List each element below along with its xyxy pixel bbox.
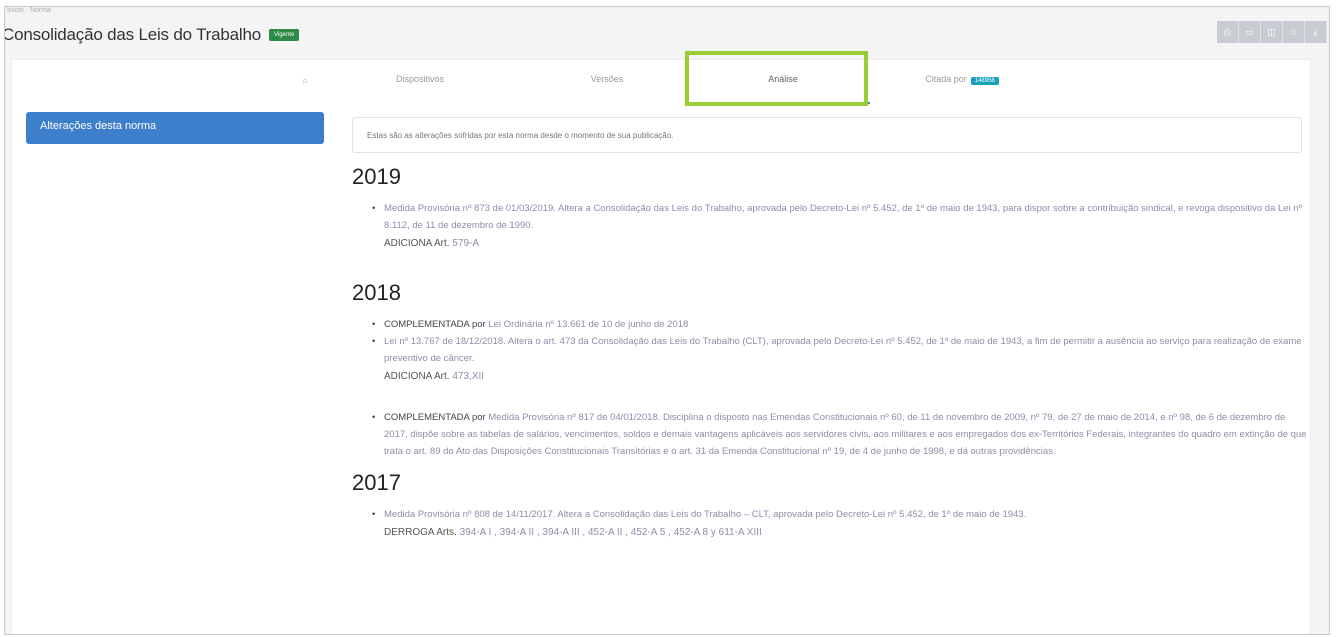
page-title: Consolidação das Leis do Trabalho <box>4 25 261 44</box>
bookmark-icon: ▭ <box>1245 26 1254 37</box>
entry-action: ADICIONA Art. 579-A <box>352 234 1308 254</box>
download-icon: ⤓ <box>1313 26 1318 37</box>
article-link[interactable]: 394-A I , 394-A II , 394-A III , 452-A I… <box>460 527 762 538</box>
entry-action: ADICIONA Art. 473,XII <box>352 367 1308 387</box>
action-label: ADICIONA Art. <box>384 238 450 249</box>
year-entries: Medida Provisória nº 873 de 01/03/2019. … <box>352 200 1308 234</box>
tab-citada-por-label: Citada por <box>925 74 967 84</box>
entry-label: COMPLEMENTADA por <box>384 412 486 423</box>
action-label: ADICIONA Art. <box>384 371 450 382</box>
entry-link[interactable]: Medida Provisória nº 817 de 04/01/2018. … <box>384 412 1307 457</box>
status-badge: Vigente <box>268 29 300 41</box>
year-entries: Medida Provisória nº 808 de 14/11/2017. … <box>352 506 1308 523</box>
print-icon: ⎙ <box>1223 26 1232 37</box>
tab-versoes[interactable]: Versões <box>572 74 642 104</box>
title-row: Consolidação das Leis do Trabalho Vigent… <box>4 21 300 49</box>
year-entries: COMPLEMENTADA por Lei Ordinária nº 13.66… <box>352 316 1308 367</box>
print-button[interactable]: ⎙ <box>1217 21 1239 43</box>
bookmark-button[interactable]: ▭ <box>1239 21 1261 43</box>
list-item[interactable]: Medida Provisória nº 873 de 01/03/2019. … <box>352 200 1308 234</box>
share-icon: ◫ <box>1267 26 1276 37</box>
highlight-annotation <box>685 51 868 106</box>
sidebar-item-alteracoes[interactable]: Alterações desta norma <box>26 112 324 144</box>
alterations-list: 2019 Medida Provisória nº 873 de 01/03/2… <box>352 164 1308 543</box>
entry-action: DERROGA Arts. 394-A I , 394-A II , 394-A… <box>352 523 1308 543</box>
entry-link[interactable]: Lei nº 13.767 de 18/12/2018. Altera o ar… <box>384 336 1302 364</box>
list-item[interactable]: Lei nº 13.767 de 18/12/2018. Altera o ar… <box>352 333 1308 367</box>
search-icon[interactable]: ⌕ <box>302 75 308 88</box>
list-item[interactable]: Medida Provisória nº 808 de 14/11/2017. … <box>352 506 1308 523</box>
main-panel: ⌕ Alterações desta norma Dispositivos Ve… <box>11 59 1311 634</box>
info-box: Estas são as alterações sofridas por est… <box>352 117 1302 153</box>
year-heading: 2017 <box>352 470 401 495</box>
entry-link[interactable]: Medida Provisória nº 808 de 14/11/2017. … <box>384 509 1026 520</box>
star-button[interactable]: ☆ <box>1283 21 1305 43</box>
action-label: DERROGA Arts. <box>384 527 457 538</box>
tab-dispositivos[interactable]: Dispositivos <box>380 74 460 104</box>
year-entries: COMPLEMENTADA por Medida Provisória nº 8… <box>352 409 1308 460</box>
year-heading: 2019 <box>352 164 401 189</box>
toolbar: ⎙ ▭ ◫ ☆ ⤓ <box>1217 21 1327 43</box>
entry-link[interactable]: Lei Ordinária nº 13.661 de 10 de junho d… <box>488 319 688 330</box>
tab-citada-por[interactable]: Citada por 148958 <box>902 74 1022 104</box>
share-button[interactable]: ◫ <box>1261 21 1283 43</box>
entry-label: COMPLEMENTADA por <box>384 319 486 330</box>
list-item[interactable]: COMPLEMENTADA por Medida Provisória nº 8… <box>352 409 1308 460</box>
browser-frame: Início · Norma Consolidação das Leis do … <box>4 6 1330 635</box>
year-heading: 2018 <box>352 280 401 305</box>
list-item[interactable]: COMPLEMENTADA por Lei Ordinária nº 13.66… <box>352 316 1308 333</box>
citation-count-badge: 148958 <box>970 77 999 85</box>
download-button[interactable]: ⤓ <box>1305 21 1327 43</box>
article-link[interactable]: 579-A <box>452 238 479 249</box>
star-icon: ☆ <box>1289 26 1298 37</box>
breadcrumb[interactable]: Início · Norma <box>7 7 51 14</box>
article-link[interactable]: 473,XII <box>452 371 484 382</box>
entry-link[interactable]: Medida Provisória nº 873 de 01/03/2019. … <box>384 203 1302 231</box>
